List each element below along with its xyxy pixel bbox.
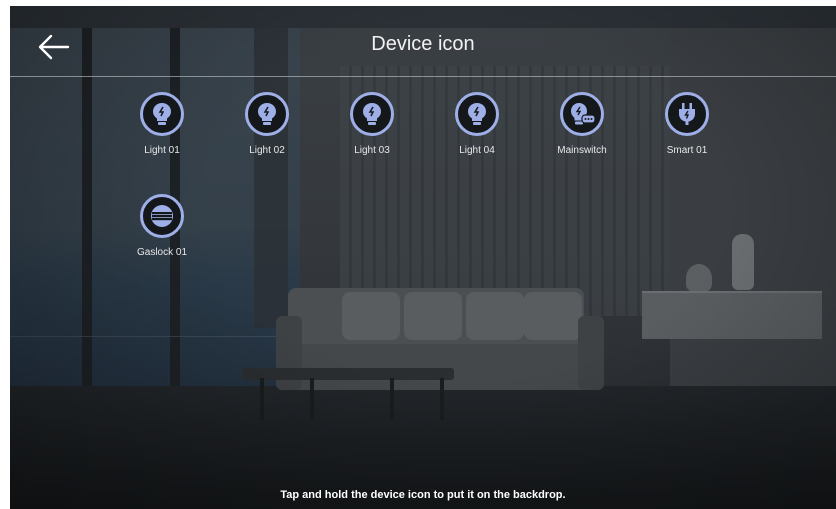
device-label: Gaslock 01 xyxy=(136,247,188,258)
device-mainswitch[interactable]: Mainswitch xyxy=(537,92,627,156)
bulb-switch-icon xyxy=(560,92,604,136)
bulb-icon xyxy=(245,92,289,136)
device-label: Light 01 xyxy=(144,145,180,156)
device-label: Light 03 xyxy=(354,145,390,156)
bulb-icon xyxy=(140,92,184,136)
device-label: Light 04 xyxy=(459,145,495,156)
device-light-04[interactable]: Light 04 xyxy=(432,92,522,156)
device-icon-screen: Device icon Light 01 Light 02 Light 03 L… xyxy=(10,6,836,509)
gaslock-icon xyxy=(140,194,184,238)
instruction-text: Tap and hold the device icon to put it o… xyxy=(280,489,566,501)
page-title: Device icon xyxy=(371,33,475,55)
device-gaslock-01[interactable]: Gaslock 01 xyxy=(117,194,207,258)
device-label: Light 02 xyxy=(249,145,285,156)
device-light-02[interactable]: Light 02 xyxy=(222,92,312,156)
device-light-03[interactable]: Light 03 xyxy=(327,92,417,156)
device-light-01[interactable]: Light 01 xyxy=(117,92,207,156)
header-bar: Device icon xyxy=(10,6,836,77)
header-divider xyxy=(10,76,836,77)
device-label: Mainswitch xyxy=(557,145,607,156)
device-smart-01[interactable]: Smart 01 xyxy=(642,92,732,156)
bulb-icon xyxy=(455,92,499,136)
plug-icon xyxy=(665,92,709,136)
device-label: Smart 01 xyxy=(666,145,708,156)
bulb-icon xyxy=(350,92,394,136)
